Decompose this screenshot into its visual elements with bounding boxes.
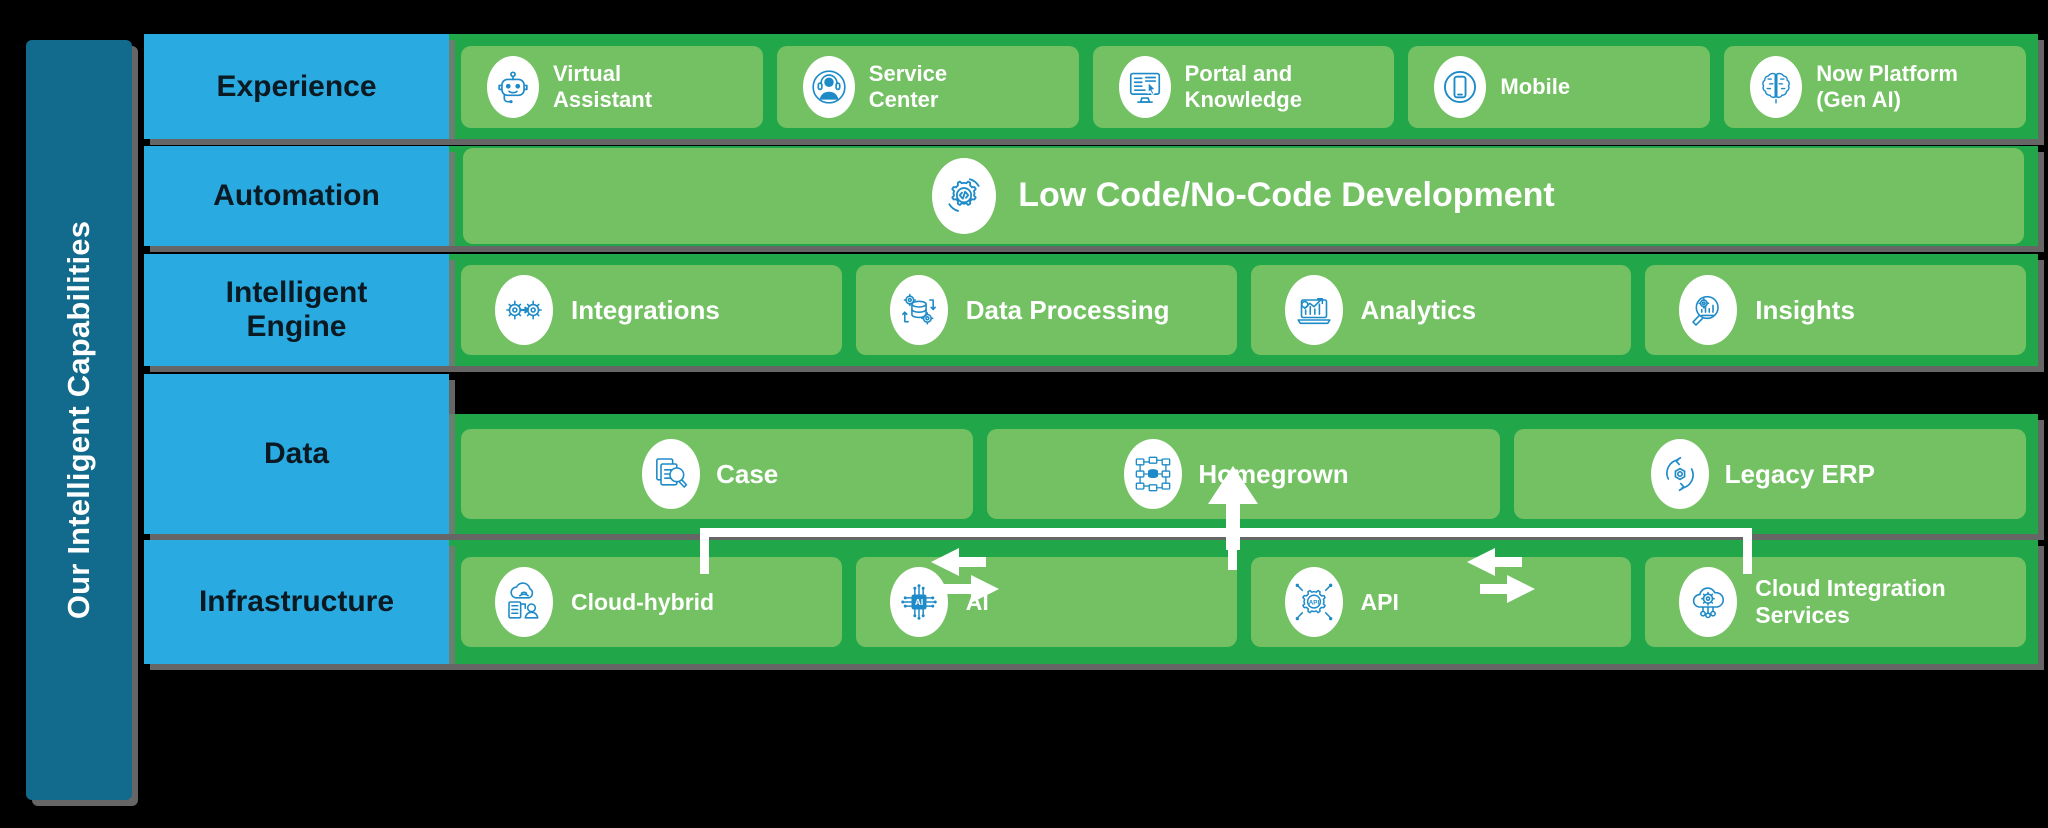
card-analytics[interactable]: Analytics [1250, 265, 1632, 355]
chart-laptop-icon [1284, 275, 1343, 345]
card-low-code-no-code[interactable]: Low Code/No-Code Development [463, 148, 2024, 244]
card-label: Now Platform (Gen AI) [1816, 60, 1958, 112]
row-experience: Experience Virtual Assistant Service Cen… [144, 34, 2038, 139]
api-chip-icon: API [1284, 567, 1343, 637]
card-virtual-assistant[interactable]: Virtual Assistant [461, 45, 763, 128]
card-service-center[interactable]: Service Center [776, 45, 1079, 128]
card-legacy-erp[interactable]: Legacy ERP [1513, 429, 2026, 519]
card-integrations[interactable]: Integrations [461, 265, 842, 355]
card-label: Integrations [571, 294, 720, 325]
card-label: Mobile [1500, 73, 1571, 99]
card-mobile[interactable]: Mobile [1408, 45, 1711, 128]
row-panel-experience: Virtual Assistant Service Center Portal … [449, 34, 2038, 139]
card-label: Virtual Assistant [553, 60, 653, 112]
card-label: Case [716, 458, 779, 489]
card-content: Legacy ERP [1650, 439, 1875, 509]
card-cloud-integration-services[interactable]: Cloud Integration Services [1645, 557, 2026, 647]
card-content: Case [642, 439, 778, 509]
gear-code-icon [932, 158, 997, 234]
svg-text:API: API [1308, 600, 1319, 607]
card-label: Service Center [868, 60, 948, 112]
row-panel-data: Case Homegrown Legacy ERP [449, 414, 2038, 534]
card-label: Homegrown [1198, 458, 1349, 489]
diagram-canvas: Our Intelligent Capabilities Experience [0, 0, 2048, 828]
card-label: API [1360, 588, 1399, 615]
card-label: Portal and Knowledge [1184, 60, 1302, 112]
card-label: Cloud Integration Services [1755, 575, 1946, 628]
brain-icon [1750, 55, 1803, 118]
row-label-intelligent-engine: Intelligent Engine [144, 254, 449, 366]
smartphone-icon [1434, 55, 1487, 118]
robot-icon [487, 55, 539, 118]
card-now-platform[interactable]: Now Platform (Gen AI) [1724, 45, 2026, 128]
row-label-automation: Automation [144, 146, 449, 246]
row-intelligent-engine: Intelligent Engine Integrations Data Pro… [144, 254, 2038, 366]
svg-text:AI: AI [915, 597, 923, 607]
row-label-data: Data [144, 374, 449, 534]
side-banner-title: Our Intelligent Capabilities [61, 220, 97, 620]
side-banner: Our Intelligent Capabilities [26, 40, 132, 800]
card-label: Cloud-hybrid [571, 588, 715, 615]
row-panel-automation: Low Code/No-Code Development [449, 146, 2038, 246]
card-content: Homegrown [1124, 439, 1349, 509]
card-homegrown[interactable]: Homegrown [987, 429, 1500, 519]
row-label-infrastructure: Infrastructure [144, 540, 449, 664]
card-label: Low Code/No-Code Development [1018, 176, 1555, 215]
card-case[interactable]: Case [461, 429, 974, 519]
monitor-cursor-icon [1118, 55, 1171, 118]
card-label: Legacy ERP [1724, 458, 1875, 489]
row-automation: Automation Low Code/No-Code Development [144, 146, 2038, 246]
magnifier-gear-icon [1679, 275, 1738, 345]
row-label-experience: Experience [144, 34, 449, 139]
sync-cycle-icon [1650, 439, 1709, 509]
database-gears-icon [889, 275, 948, 345]
card-label: AI [965, 588, 989, 615]
card-portal-and-knowledge[interactable]: Portal and Knowledge [1092, 45, 1395, 128]
headset-agent-icon [802, 55, 855, 118]
card-insights[interactable]: Insights [1645, 265, 2026, 355]
card-cloud-hybrid[interactable]: Cloud-hybrid [461, 557, 842, 647]
cloud-gear-icon [1679, 567, 1738, 637]
network-nodes-icon [1124, 439, 1183, 509]
card-ai[interactable]: AI AI [855, 557, 1237, 647]
card-label: Analytics [1360, 294, 1477, 325]
card-label: Insights [1755, 294, 1855, 325]
row-infrastructure: Infrastructure Cloud-hybrid AI AI API AP… [144, 540, 2038, 664]
card-api[interactable]: API API [1250, 557, 1632, 647]
card-data-processing[interactable]: Data Processing [855, 265, 1237, 355]
cloud-server-user-icon [495, 567, 553, 637]
ai-chip-icon: AI [889, 567, 948, 637]
row-data: Data Case Homegrown Legacy ERP [144, 374, 2038, 534]
row-panel-intelligent-engine: Integrations Data Processing Analytics I… [449, 254, 2038, 366]
card-label: Data Processing [965, 294, 1170, 325]
row-panel-infrastructure: Cloud-hybrid AI AI API API Cloud Integra… [449, 540, 2038, 664]
gears-arrow-icon [495, 275, 553, 345]
documents-search-icon [642, 439, 701, 509]
